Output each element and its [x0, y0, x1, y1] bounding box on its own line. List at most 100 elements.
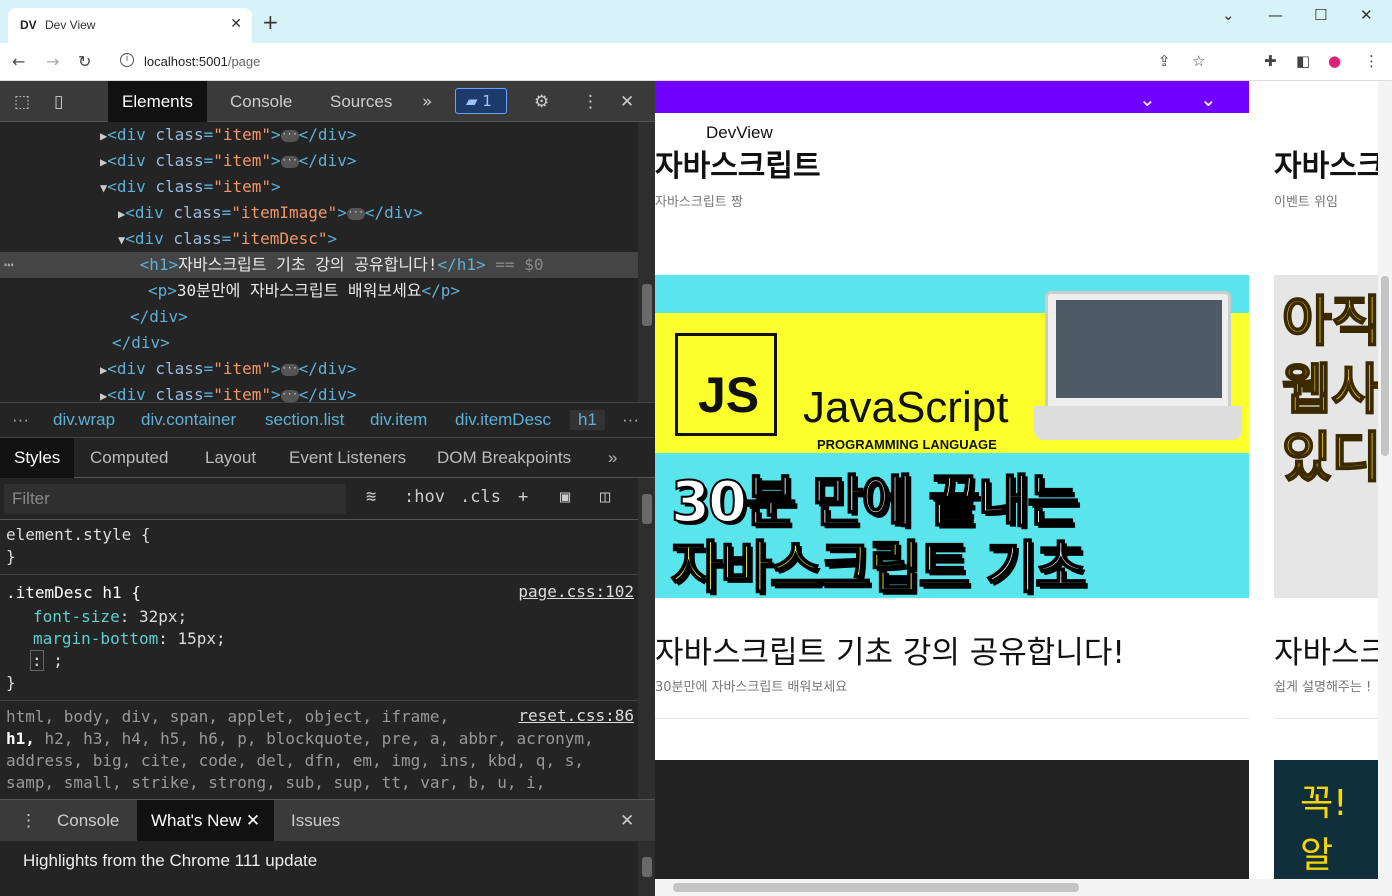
card-subtitle: 자바스크립트 짱 [655, 195, 743, 210]
devtools-menu-icon[interactable]: ⋮ [582, 92, 599, 112]
devtools-toolbar: ⬚ ▯ Elements Console Sources » ▰ 1 ⚙ ⋮ ✕ [0, 81, 655, 122]
styles-rules: element.style { } .itemDesc h1 { page.cs… [0, 520, 638, 800]
css-overview-icon[interactable]: ≋ [366, 487, 376, 507]
dom-node[interactable]: <p>30분만에 자바스크립트 배워보세요</p> [0, 278, 638, 304]
drawer-tab-console[interactable]: Console [57, 800, 119, 842]
tab-event-listeners[interactable]: Event Listeners [289, 438, 406, 478]
page-vertical-scrollbar[interactable] [1378, 81, 1392, 896]
tab-elements[interactable]: Elements [108, 81, 207, 122]
breadcrumb-more-icon[interactable]: ··· [622, 410, 639, 430]
item-title[interactable]: 자바스크립트 기초 강의 공유합니다! [655, 627, 1125, 672]
item-title[interactable]: 자바스크 [1274, 627, 1388, 672]
side-panel-icon[interactable]: ◧ [1296, 52, 1310, 70]
reload-icon[interactable]: ↻ [78, 52, 91, 71]
item-thumbnail[interactable]: 꼭! 알 [1274, 760, 1378, 896]
dom-scrollbar[interactable] [638, 122, 655, 402]
rule-source-link[interactable]: reset.css:86 [518, 706, 634, 725]
device-toolbar-icon[interactable]: ▯ [54, 92, 63, 112]
extensions-icon[interactable]: ✚ [1264, 52, 1277, 70]
tab-dom-breakpoints[interactable]: DOM Breakpoints [437, 438, 571, 478]
element-style-rule[interactable]: element.style { [6, 524, 151, 546]
more-tabs-icon[interactable]: » [608, 438, 617, 478]
dom-node[interactable]: ▶<div class="item">···</div> [0, 382, 638, 402]
drawer-tab-whats-new[interactable]: What's New ✕ [137, 800, 275, 842]
share-icon[interactable]: ⇪ [1158, 52, 1171, 70]
profile-avatar[interactable]: ● [1328, 52, 1341, 70]
site-logo[interactable]: DevView [706, 123, 773, 143]
maximize-icon[interactable]: ☐ [1314, 6, 1327, 24]
issues-badge[interactable]: ▰ 1 [455, 88, 507, 114]
dom-node[interactable]: ▶<div class="item">···</div> [0, 148, 638, 174]
tab-console[interactable]: Console [230, 81, 292, 122]
inspect-element-icon[interactable]: ⬚ [14, 92, 30, 112]
new-tab-button[interactable]: + [262, 12, 279, 32]
item-thumbnail[interactable]: JS JavaScript PROGRAMMING LANGUAGE 30분 만… [655, 275, 1249, 598]
close-drawer-icon[interactable]: ✕ [620, 800, 634, 842]
breadcrumb-item[interactable]: div.wrap [53, 410, 115, 430]
url-field[interactable]: localhost:5001/page [144, 54, 260, 69]
paint-icon[interactable]: ▣ [560, 487, 570, 507]
dom-node[interactable]: </div> [0, 330, 638, 356]
dom-node[interactable]: ▶<div class="item">···</div> [0, 356, 638, 382]
close-tab-icon[interactable]: ✕ [230, 16, 242, 32]
breadcrumb-item[interactable]: div.container [141, 410, 236, 430]
dom-node[interactable]: ▶<div class="item">···</div> [0, 122, 638, 148]
new-rule-icon[interactable]: + [518, 487, 528, 507]
back-icon[interactable]: ← [12, 52, 25, 71]
tab-sources[interactable]: Sources [330, 81, 392, 122]
declaration[interactable]: font-size: 32px; [33, 606, 187, 628]
dom-node[interactable]: ▼<div class="item"> [0, 174, 638, 200]
browser-tab[interactable]: DV Dev View ✕ [8, 8, 252, 43]
tab-title: Dev View [45, 18, 96, 32]
cls-toggle[interactable]: .cls [460, 487, 501, 507]
divider [1274, 718, 1378, 719]
tab-search-icon[interactable]: ⌄ [1222, 6, 1235, 24]
more-tabs-icon[interactable]: » [422, 92, 432, 112]
styles-scrollbar[interactable] [638, 478, 655, 799]
close-devtools-icon[interactable]: ✕ [620, 92, 634, 112]
item-description: 쉽게 설명해주는 ! [1274, 680, 1372, 695]
hov-toggle[interactable]: :hov [404, 487, 445, 507]
bookmark-star-icon[interactable]: ☆ [1192, 52, 1205, 70]
card-title[interactable]: 자바스크 [1274, 141, 1384, 185]
rule-source-link[interactable]: page.css:102 [518, 582, 634, 601]
item-thumbnail[interactable]: 아직 웹사 있디 [1274, 275, 1378, 598]
drawer-scrollbar[interactable] [638, 841, 655, 896]
laptop-illustration [1034, 291, 1242, 440]
breadcrumb-item-current[interactable]: h1 [570, 410, 605, 430]
settings-gear-icon[interactable]: ⚙ [534, 92, 549, 112]
bird-icon: ⌄ [1139, 87, 1156, 111]
tab-layout[interactable]: Layout [205, 438, 256, 478]
filter-input[interactable]: Filter [4, 484, 346, 514]
card-title[interactable]: 자바스크립트 [655, 141, 821, 185]
breadcrumb-item[interactable]: div.item [370, 410, 427, 430]
site-info-icon[interactable]: i [120, 53, 134, 67]
dom-node[interactable]: ▶<div class="itemImage">···</div> [0, 200, 638, 226]
tab-styles[interactable]: Styles [0, 438, 75, 478]
dom-node[interactable]: ▼<div class="itemDesc"> [0, 226, 638, 252]
browser-tab-bar: DV Dev View ✕ + ⌄ — ☐ ✕ [0, 0, 1392, 43]
close-window-icon[interactable]: ✕ [1360, 6, 1373, 24]
dom-node[interactable]: </div> [0, 304, 638, 330]
breadcrumb-more-icon[interactable]: ··· [12, 410, 29, 430]
thumbnail-line-2: 자바스크립트 기초 [670, 535, 1088, 598]
declaration[interactable]: margin-bottom: 15px; [33, 628, 226, 650]
page-horizontal-scrollbar[interactable] [655, 879, 1378, 896]
favicon: DV [20, 18, 37, 32]
toggle-sidebar-icon[interactable]: ◫ [600, 487, 610, 507]
drawer-tab-issues[interactable]: Issues [291, 800, 340, 842]
rule-divider [0, 700, 638, 701]
close-tab-icon[interactable]: ✕ [246, 811, 260, 830]
dom-node-selected[interactable]: ⋯ <h1>자바스크립트 기초 강의 공유합니다!</h1> == $0 [0, 252, 638, 278]
menu-kebab-icon[interactable]: ⋮ [1364, 52, 1379, 70]
drawer-menu-icon[interactable]: ⋮ [20, 800, 37, 842]
item-thumbnail[interactable] [655, 760, 1249, 896]
forward-icon[interactable]: → [46, 52, 59, 71]
tab-computed[interactable]: Computed [90, 438, 168, 478]
web-page: ⌄ ⌄ DevView 자바스크립트 자바스크립트 짱 자바스크 이벤트 위임 … [655, 81, 1392, 896]
new-declaration-input[interactable]: : ; [30, 650, 63, 672]
breadcrumb-item[interactable]: section.list [265, 410, 344, 430]
minimize-icon[interactable]: — [1268, 6, 1283, 24]
rule-selector[interactable]: .itemDesc h1 { [6, 582, 141, 604]
breadcrumb-item[interactable]: div.itemDesc [455, 410, 551, 430]
